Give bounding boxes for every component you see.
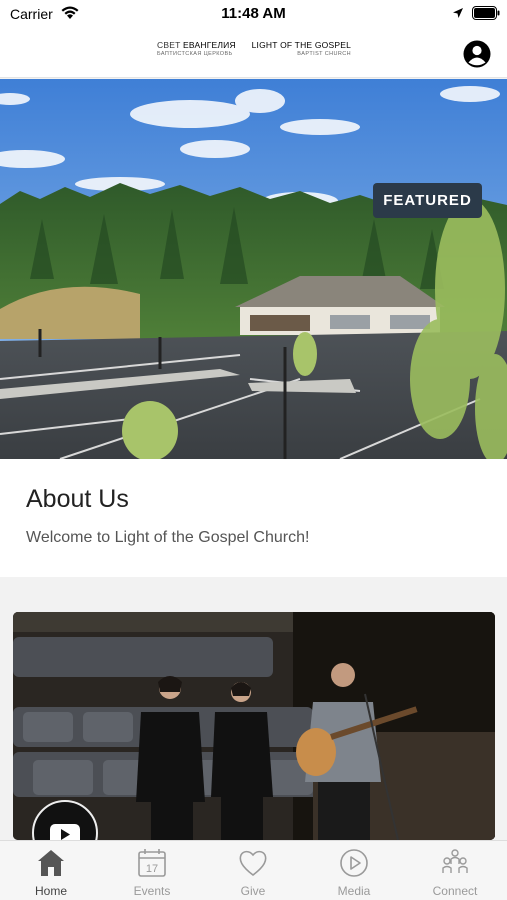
- church-photo: [0, 79, 507, 459]
- profile-icon[interactable]: [463, 40, 491, 68]
- tab-bar: Home 17 Events Give Media Connect: [0, 840, 507, 900]
- calendar-icon: 17: [138, 849, 166, 877]
- tab-give-label: Give: [240, 884, 266, 898]
- church-logo[interactable]: СВЕТ ЕВАНГЕЛИЯ LIGHT OF THE GOSPEL БАПТИ…: [157, 40, 351, 66]
- tab-connect[interactable]: Connect: [405, 841, 505, 900]
- home-icon: [38, 850, 64, 876]
- tab-connect-label: Connect: [432, 884, 478, 898]
- calendar-day: 17: [146, 863, 158, 875]
- featured-badge: FEATURED: [373, 183, 482, 218]
- logo-subtext-ru: БАПТИСТСКАЯ ЦЕРКОВЬ: [157, 51, 233, 57]
- heart-icon: [239, 850, 267, 877]
- tab-give[interactable]: Give: [203, 841, 303, 900]
- about-card[interactable]: About Us Welcome to Light of the Gospel …: [0, 459, 507, 577]
- featured-image[interactable]: FEATURED: [0, 79, 507, 459]
- tab-home[interactable]: Home: [1, 841, 101, 900]
- play-circle-icon: [340, 849, 368, 877]
- tab-media[interactable]: Media: [304, 841, 404, 900]
- about-title: About Us: [26, 485, 129, 513]
- status-time: 11:48 AM: [221, 5, 286, 22]
- about-subtitle: Welcome to Light of the Gospel Church!: [26, 529, 310, 546]
- location-arrow-icon: [453, 8, 463, 18]
- tab-events-label: Events: [133, 884, 171, 898]
- logo-text-ru: СВЕТ ЕВАНГЕЛИЯ: [157, 40, 236, 50]
- logo-subtext-en: BAPTIST CHURCH: [297, 51, 351, 57]
- tab-media-label: Media: [337, 884, 371, 898]
- people-icon: [442, 849, 468, 873]
- tab-home-label: Home: [34, 884, 67, 898]
- logo-text-en: LIGHT OF THE GOSPEL: [251, 40, 351, 50]
- battery-icon: [472, 6, 500, 20]
- tab-events[interactable]: 17 Events: [102, 841, 202, 900]
- status-bar: Carrier 11:48 AM: [0, 0, 507, 30]
- app-header: СВЕТ ЕВАНГЕЛИЯ LIGHT OF THE GOSPEL БАПТИ…: [0, 30, 507, 78]
